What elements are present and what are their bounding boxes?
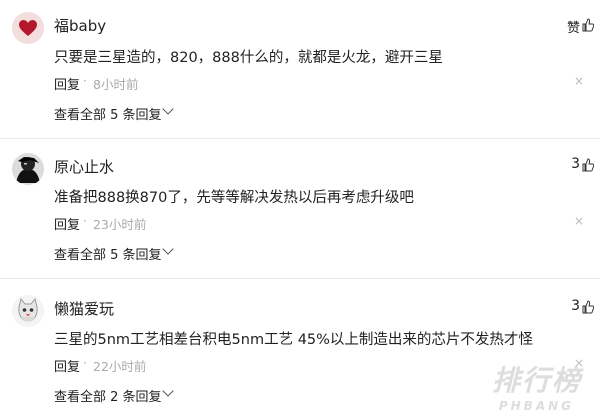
chevron-down-icon[interactable] bbox=[162, 103, 174, 115]
meta-separator: · bbox=[83, 74, 87, 88]
view-all-replies-link[interactable]: 查看全部 5 条回复 bbox=[54, 104, 162, 123]
watermark-main-text: 排行榜 bbox=[491, 364, 582, 397]
comment-text: 准备把888换870了，先等等解决发热以后再考虑升级吧 bbox=[54, 190, 414, 206]
avatar[interactable] bbox=[12, 153, 44, 185]
comment-1: 福baby 赞 只要是三星造的，820，888什么的，就都是火龙，避开三星 回复… bbox=[0, 0, 600, 130]
timestamp: 23小时前 bbox=[93, 217, 147, 232]
reply-button[interactable]: 回复 bbox=[54, 356, 80, 375]
like-label[interactable]: 赞 bbox=[567, 17, 580, 36]
timestamp: 22小时前 bbox=[93, 359, 147, 374]
thumbs-up-icon[interactable] bbox=[582, 18, 594, 32]
like-count: 3 bbox=[571, 298, 580, 314]
chevron-down-icon[interactable] bbox=[162, 385, 174, 397]
view-all-replies-link[interactable]: 查看全部 2 条回复 bbox=[54, 386, 162, 405]
username[interactable]: 福baby bbox=[54, 15, 106, 36]
username[interactable]: 懒猫爱玩 bbox=[54, 298, 114, 319]
watermark-logo: 排行榜 PHBANG bbox=[472, 359, 582, 413]
close-icon[interactable]: × bbox=[574, 74, 584, 88]
divider bbox=[0, 278, 600, 279]
thumbs-up-icon[interactable] bbox=[582, 300, 594, 314]
watermark-sub-text: PHBANG bbox=[498, 399, 574, 413]
view-all-replies-link[interactable]: 查看全部 5 条回复 bbox=[54, 244, 162, 263]
red-heart-icon bbox=[12, 12, 44, 44]
reply-button[interactable]: 回复 bbox=[54, 214, 80, 233]
black-white-portrait-icon bbox=[12, 153, 44, 185]
chevron-down-icon[interactable] bbox=[162, 243, 174, 255]
like-count: 3 bbox=[571, 156, 580, 172]
cat-icon bbox=[12, 295, 44, 327]
meta-separator: · bbox=[83, 356, 87, 370]
username[interactable]: 原心止水 bbox=[54, 156, 114, 177]
comment-2: 原心止水 3 准备把888换870了，先等等解决发热以后再考虑升级吧 回复 · … bbox=[0, 140, 600, 270]
divider bbox=[0, 138, 600, 139]
avatar[interactable] bbox=[12, 295, 44, 327]
close-icon[interactable]: × bbox=[574, 214, 584, 228]
comment-text: 只要是三星造的，820，888什么的，就都是火龙，避开三星 bbox=[54, 50, 443, 66]
thumbs-up-icon[interactable] bbox=[582, 158, 594, 172]
reply-button[interactable]: 回复 bbox=[54, 74, 80, 93]
timestamp: 8小时前 bbox=[93, 77, 139, 92]
comment-text: 三星的5nm工艺相差台积电5nm工艺 45%以上制造出来的芯片不发热才怪 bbox=[54, 332, 533, 348]
avatar[interactable] bbox=[12, 12, 44, 44]
meta-separator: · bbox=[83, 214, 87, 228]
